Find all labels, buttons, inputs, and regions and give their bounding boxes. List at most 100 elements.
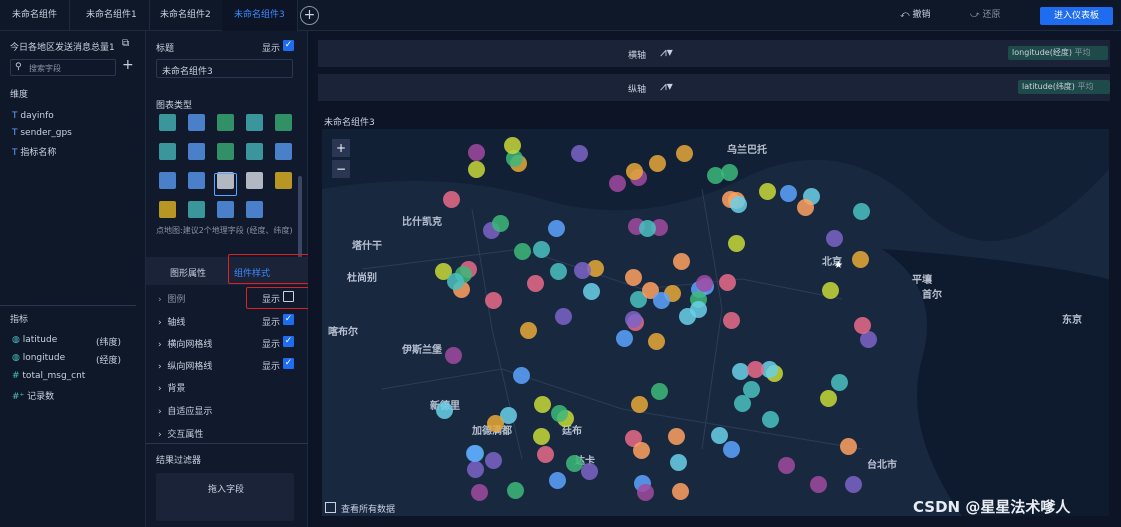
map-point[interactable] (570, 144, 588, 162)
map-point[interactable] (637, 483, 655, 501)
title-show-checkbox[interactable]: ✓ (283, 40, 294, 51)
x-axis-shelf[interactable]: 横轴 ⩘▾ longitude(经度) 平均 (318, 40, 1110, 67)
dimension-item[interactable]: T sender_gps (12, 128, 72, 138)
map-point[interactable] (826, 229, 844, 247)
map-point[interactable] (555, 307, 572, 325)
map-point[interactable] (820, 389, 838, 407)
map-point[interactable] (616, 329, 634, 347)
dimension-item[interactable]: T 指标名称 (12, 145, 56, 158)
map-point[interactable] (727, 235, 745, 253)
zoom-out-button[interactable]: − (332, 160, 350, 178)
map-point[interactable] (852, 250, 870, 268)
map-point[interactable] (647, 333, 665, 351)
map-point[interactable] (672, 252, 690, 270)
tab-3-active[interactable]: 未命名组件3 (222, 0, 298, 31)
line-chart-icon[interactable] (246, 114, 263, 131)
funnel-icon[interactable] (217, 201, 234, 218)
map-point[interactable] (639, 219, 657, 237)
map-point[interactable] (719, 273, 737, 291)
map-point[interactable] (566, 454, 584, 472)
map-point[interactable] (762, 410, 780, 428)
panel-divider[interactable] (0, 305, 136, 306)
map-point[interactable] (830, 374, 848, 392)
gauge-icon[interactable] (246, 201, 263, 218)
map-point[interactable] (839, 438, 857, 456)
section-legend[interactable]: › 图例 (158, 292, 185, 305)
treemap-icon[interactable] (159, 201, 176, 218)
x-field-pill[interactable]: longitude(经度) 平均 (1008, 46, 1108, 60)
map-point[interactable] (548, 219, 566, 237)
map-point[interactable] (779, 184, 797, 202)
map-point[interactable] (533, 427, 551, 445)
map-color-icon[interactable] (159, 172, 176, 189)
map-point[interactable] (758, 183, 776, 201)
search-input[interactable]: ⚲ 搜索字段 (10, 59, 116, 76)
section-axis[interactable]: › 轴线 (158, 315, 185, 328)
section-background[interactable]: › 背景 (158, 381, 185, 394)
measure-item[interactable]: ◍ longitude (12, 353, 65, 363)
section-adaptive[interactable]: › 自适应显示 (158, 404, 212, 417)
map-point[interactable] (852, 203, 870, 221)
map-point[interactable] (444, 347, 462, 365)
map-point[interactable] (506, 481, 524, 499)
scrollbar[interactable] (298, 176, 302, 266)
measure-item[interactable]: # total_msg_cnt (12, 371, 85, 381)
add-tab-button[interactable]: + (300, 6, 319, 25)
area-chart-icon[interactable] (275, 114, 292, 131)
hgrid-show-checkbox[interactable]: ✓ (283, 336, 294, 347)
map-point[interactable] (695, 275, 713, 293)
axis-show-checkbox[interactable]: ✓ (283, 314, 294, 325)
filter-drop-zone[interactable]: 拖入字段 (156, 473, 294, 521)
scatter-map-icon[interactable] (188, 201, 205, 218)
map-bubble-icon[interactable] (246, 172, 263, 189)
y-axis-shelf[interactable]: 纵轴 ⩘▾ latitude(纬度) 平均 (318, 74, 1110, 101)
dimension-item[interactable]: T dayinfo (12, 111, 54, 121)
map-point[interactable] (706, 167, 724, 185)
vgrid-show-checkbox[interactable]: ✓ (283, 358, 294, 369)
map-point[interactable] (729, 196, 747, 213)
bubble-icon[interactable] (246, 143, 263, 160)
map-point[interactable] (520, 321, 538, 339)
map-point[interactable] (487, 414, 505, 432)
map-point[interactable] (442, 191, 460, 209)
map-point[interactable] (533, 240, 551, 258)
map-point[interactable] (668, 427, 686, 445)
pie-chart-icon[interactable] (275, 143, 292, 160)
map-point[interactable] (549, 471, 567, 489)
section-interaction[interactable]: › 交互属性 (158, 427, 203, 440)
map-chart[interactable]: 乌兰巴托比什凯克塔什干杜尚别喀布尔伊斯兰堡新德里加德满都廷布达卡北京平壤首尔东京… (322, 129, 1109, 516)
section-hgrid[interactable]: › 横向网格线 (158, 337, 212, 350)
axis-chart-icon[interactable]: ⩘▾ (660, 79, 673, 94)
map-point[interactable] (809, 475, 827, 493)
title-input[interactable]: 未命名组件3 (156, 59, 293, 78)
map-point[interactable] (630, 395, 648, 413)
column-chart-icon[interactable] (217, 114, 234, 131)
measure-item[interactable]: ◍ latitude (12, 335, 57, 345)
map-point[interactable] (723, 311, 741, 329)
section-vgrid[interactable]: › 纵向网格线 (158, 359, 212, 372)
y-field-pill[interactable]: latitude(纬度) 平均 (1018, 80, 1110, 94)
map-point[interactable] (580, 462, 598, 480)
map-point[interactable] (435, 401, 453, 419)
map-point[interactable] (484, 451, 502, 469)
scatter-icon[interactable] (217, 143, 234, 160)
measure-item[interactable]: #⁺ 记录数 (12, 389, 54, 402)
tab-0[interactable]: 未命名组件 (0, 0, 71, 31)
tab-graph-properties[interactable]: 图形属性 (170, 266, 206, 279)
map-point[interactable] (632, 442, 650, 460)
map-point[interactable] (512, 367, 530, 385)
show-all-checkbox[interactable] (325, 502, 336, 513)
area-line-icon[interactable] (188, 143, 205, 160)
tab-1[interactable]: 未命名组件1 (74, 0, 150, 31)
map-fill-icon[interactable] (188, 172, 205, 189)
stacked-bar-icon[interactable] (188, 114, 205, 131)
axis-chart-icon[interactable]: ⩘▾ (660, 45, 673, 60)
map-point[interactable] (731, 363, 749, 381)
switch-dataset-icon[interactable]: ⧉ (122, 38, 129, 49)
undo-button[interactable]: ⤺ 撤销 (900, 0, 931, 31)
bar-chart-icon[interactable] (159, 114, 176, 131)
zoom-in-button[interactable]: + (332, 139, 350, 157)
enter-dashboard-button[interactable]: 进入仪表板 (1040, 7, 1113, 25)
map-flow-icon[interactable] (275, 172, 292, 189)
map-point[interactable] (526, 274, 544, 292)
